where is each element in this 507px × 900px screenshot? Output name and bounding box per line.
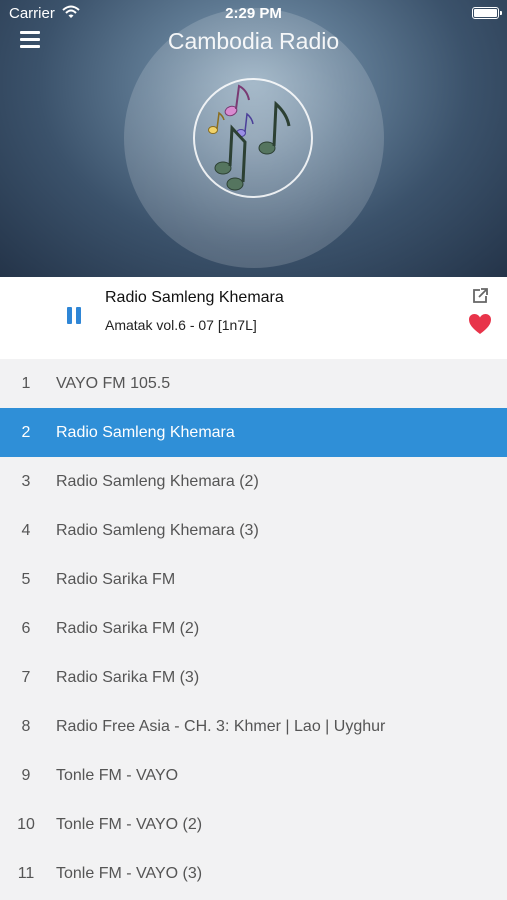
station-name: Radio Samleng Khemara (2) <box>56 473 259 490</box>
station-row[interactable]: 8 Radio Free Asia - CH. 3: Khmer | Lao | … <box>0 702 507 751</box>
station-number: 6 <box>21 620 31 637</box>
station-row[interactable]: 10 Tonle FM - VAYO (2) <box>0 800 507 849</box>
station-number: 9 <box>21 767 31 784</box>
station-number: 1 <box>21 375 31 392</box>
station-name: Tonle FM - VAYO (3) <box>56 865 203 882</box>
station-name: Tonle FM - VAYO (2) <box>56 816 203 833</box>
favorite-heart-icon[interactable] <box>468 313 492 335</box>
page-title: Cambodia Radio <box>167 28 340 54</box>
battery-icon <box>472 7 502 19</box>
now-playing-bar: Radio Samleng Khemara Amatak vol.6 - 07 … <box>0 277 507 359</box>
station-number: 11 <box>17 865 35 882</box>
station-row[interactable]: 5 Radio Sarika FM <box>0 555 507 604</box>
station-name: VAYO FM 105.5 <box>56 375 171 392</box>
station-row[interactable]: 3 Radio Samleng Khemara (2) <box>0 457 507 506</box>
station-number: 2 <box>21 424 31 441</box>
station-row[interactable]: 6 Radio Sarika FM (2) <box>0 604 507 653</box>
station-row[interactable]: 11 Tonle FM - VAYO (3) <box>0 849 507 898</box>
station-row[interactable]: 4 Radio Samleng Khemara (3) <box>0 506 507 555</box>
pause-icon[interactable] <box>64 305 84 327</box>
station-name: Radio Sarika FM <box>56 571 176 588</box>
station-row[interactable]: 7 Radio Sarika FM (3) <box>0 653 507 702</box>
station-name: Radio Samleng Khemara (3) <box>56 522 259 539</box>
station-name: Tonle FM - VAYO <box>56 767 179 784</box>
share-icon[interactable] <box>471 287 489 305</box>
station-row[interactable]: 2 Radio Samleng Khemara <box>0 408 507 457</box>
station-number: 5 <box>21 571 31 588</box>
station-number: 8 <box>21 718 31 735</box>
station-name: Radio Sarika FM (2) <box>56 620 200 637</box>
status-bar: Carrier 2:29 PM <box>0 0 507 26</box>
station-row[interactable]: 1 VAYO FM 105.5 <box>0 359 507 408</box>
station-number: 7 <box>21 669 31 686</box>
status-time: 2:29 PM <box>225 5 282 22</box>
station-name: Radio Samleng Khemara <box>56 424 235 441</box>
station-row[interactable]: 9 Tonle FM - VAYO <box>0 751 507 800</box>
station-name: Radio Free Asia - CH. 3: Khmer | Lao | U… <box>56 718 386 735</box>
music-notes-logo <box>193 78 313 198</box>
station-list: 1 VAYO FM 105.5 2 Radio Samleng Khemara 3 Rad… <box>0 359 507 898</box>
station-number: 3 <box>21 473 31 490</box>
now-playing-station: Radio Samleng Khemara <box>105 289 284 306</box>
music-notes-icon <box>208 84 291 191</box>
station-name: Radio Sarika FM (3) <box>56 669 200 686</box>
now-playing-track: Amatak vol.6 - 07 [1n7L] <box>105 317 257 333</box>
station-number: 10 <box>17 816 35 833</box>
station-number: 4 <box>21 522 31 539</box>
